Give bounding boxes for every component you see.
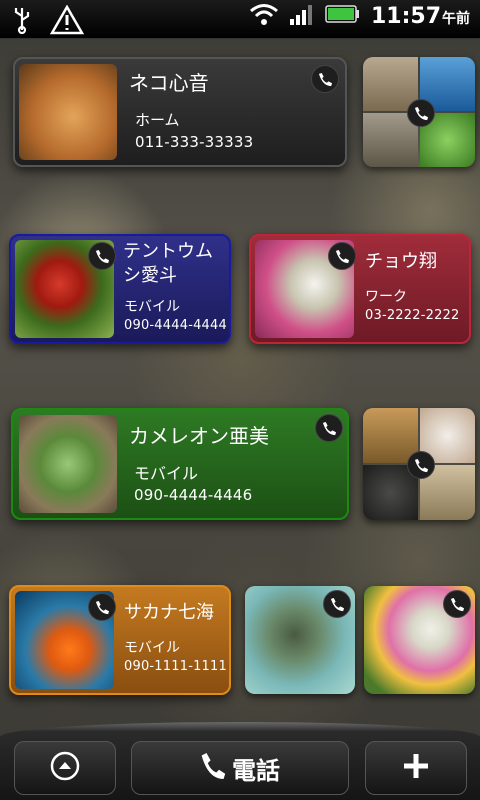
contact-name: サカナ七海 — [124, 602, 214, 623]
contact-card-sakana[interactable]: サカナ七海 モバイル 090-1111-1111 — [9, 585, 231, 695]
phone-icon — [200, 751, 226, 785]
contact-number: 011-333-33333 — [135, 133, 254, 151]
usb-icon — [12, 6, 32, 38]
contact-type: モバイル — [124, 640, 180, 656]
contact-name: ネコ心音 — [129, 71, 209, 95]
chevron-up-icon — [48, 749, 82, 787]
contact-type: モバイル — [124, 299, 180, 315]
clock-ampm: 午前 — [442, 10, 470, 27]
contact-photo-cat — [19, 64, 117, 160]
battery-icon — [325, 4, 361, 28]
call-icon[interactable] — [407, 99, 435, 127]
call-icon[interactable] — [315, 414, 343, 442]
contact-number: 090-1111-1111 — [124, 659, 227, 674]
contact-photo-tile-turtle[interactable] — [245, 586, 355, 694]
status-clock: 11:57午前 — [371, 4, 470, 29]
contact-type: ホーム — [135, 111, 180, 129]
clock-time: 11:57 — [370, 3, 441, 29]
add-button[interactable] — [365, 741, 467, 795]
phone-button[interactable]: 電話 — [131, 741, 349, 795]
contact-number: 090-4444-4444 — [124, 318, 227, 333]
call-icon[interactable] — [407, 451, 435, 479]
call-icon[interactable] — [323, 590, 351, 618]
contact-name: チョウ翔 — [365, 251, 437, 272]
call-icon[interactable] — [328, 242, 356, 270]
call-icon[interactable] — [88, 242, 116, 270]
plus-icon — [401, 751, 431, 785]
contact-photo-tile-butterfly-flowers[interactable] — [364, 586, 475, 694]
status-bar: 11:57午前 — [0, 0, 480, 39]
contact-name: カメレオン亜美 — [129, 424, 269, 448]
contact-number: 03-2222-2222 — [365, 308, 460, 323]
warning-icon — [49, 4, 85, 39]
contact-card-tentou[interactable]: テントウム シ愛斗 モバイル 090-4444-4444 — [9, 234, 231, 344]
contact-card-neko[interactable]: ネコ心音 ホーム 011-333-33333 — [13, 57, 347, 167]
contact-card-kameleon[interactable]: カメレオン亜美 モバイル 090-4444-4446 — [11, 408, 349, 520]
contact-type: ワーク — [365, 289, 407, 305]
contact-type: モバイル — [134, 464, 199, 483]
contact-name: テントウム シ愛斗 — [123, 241, 213, 286]
contact-photo-chameleon — [19, 415, 117, 513]
call-icon[interactable] — [443, 590, 471, 618]
call-icon[interactable] — [88, 593, 116, 621]
contact-number: 090-4444-4446 — [134, 486, 253, 504]
contact-group-tile-2[interactable] — [363, 408, 475, 520]
call-icon[interactable] — [311, 65, 339, 93]
contact-card-chou[interactable]: チョウ翔 ワーク 03-2222-2222 — [249, 234, 471, 344]
signal-icon — [289, 2, 315, 30]
wifi-icon — [249, 2, 279, 30]
contact-group-tile-1[interactable] — [363, 57, 475, 167]
all-apps-button[interactable] — [14, 741, 116, 795]
phone-button-label: 電話 — [232, 756, 280, 785]
